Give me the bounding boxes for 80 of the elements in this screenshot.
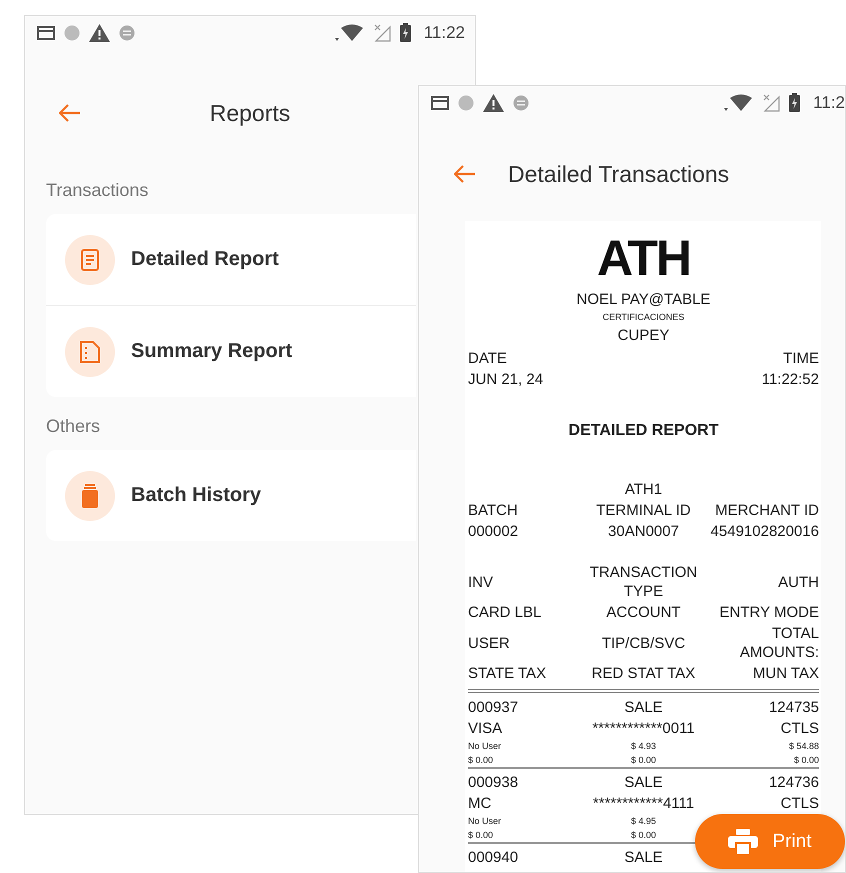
receipt-text: 124735 [768, 698, 819, 717]
menu-item[interactable]: Batch History [46, 450, 416, 541]
section-label: Transactions [46, 179, 150, 202]
merchant-name: NOEL PAY@TABLE [576, 290, 712, 310]
receipt-text: ************4111 [592, 794, 694, 813]
back-arrow-icon [454, 165, 476, 183]
receipt-text: SALE [624, 773, 663, 792]
archive-icon [82, 484, 98, 508]
receipt-text: MUN TAX [752, 664, 819, 683]
status-time: 11:2 [813, 92, 845, 112]
no-signal-icon [762, 94, 780, 112]
receipt-text: $ 0.00 [630, 828, 656, 842]
menu-item-label: Detailed Report [131, 248, 279, 271]
menu-item-label: Batch History [131, 484, 262, 507]
receipt-text: CARD LBL [468, 603, 542, 622]
receipt-text: 4549102820016 [710, 522, 819, 541]
time-value: 11:22:52 [762, 370, 819, 390]
date-value: JUN 21, 24 [468, 370, 544, 390]
receipt-text: CTLS [780, 794, 819, 813]
receipt-text: 124736 [768, 773, 819, 792]
receipt-text: TERMINAL ID [596, 501, 691, 520]
receipt-text: TRANSACTION TYPE [590, 563, 698, 601]
receipt-text: CTLS [780, 719, 819, 738]
logo: ATH [596, 233, 692, 283]
wifi-icon [334, 24, 364, 42]
receipt-text: STATE TAX [468, 664, 546, 683]
receipt-text: AUTH [778, 572, 819, 592]
receipt-text: 000940 [468, 848, 518, 867]
receipt-text: ENTRY MODE [720, 603, 819, 622]
dot-icon [458, 94, 474, 110]
wifi-icon [723, 94, 754, 112]
receipt-text: $ 4.95 [630, 814, 656, 828]
receipt-text: SALE [624, 698, 663, 717]
receipt-text: No User [468, 814, 502, 828]
receipt-text: $ 54.88 [788, 740, 819, 752]
receipt-text: BATCH [468, 501, 518, 520]
receipt-text: 000938 [468, 773, 518, 792]
receipt-text: VISA [468, 719, 502, 738]
receipt-text: No User [468, 740, 502, 752]
receipt-text: 30AN0007 [608, 522, 679, 541]
receipt-text: $ 0.00 [468, 828, 494, 842]
menu-item-label: Summary Report [131, 340, 292, 363]
receipt-text: ATH1 [624, 480, 662, 499]
receipt-text: RED STAT TAX [592, 664, 696, 683]
merchant-subtitle: CERTIFICACIONES [602, 311, 686, 324]
receipt-text: MC [468, 794, 492, 813]
receipt-text: SALE [624, 848, 663, 867]
receipt-text: $ 0.00 [630, 754, 656, 766]
receipt-text: TIP/CB/SVC [602, 634, 686, 652]
receipt-text: 000937 [468, 698, 518, 717]
receipt-text: $ 0.00 [468, 754, 494, 766]
receipt-text: TOTAL AMOUNTS: [740, 624, 819, 662]
receipt-text: $ 0.00 [794, 754, 819, 766]
receipt-text: INV [468, 572, 494, 592]
battery-icon [789, 93, 800, 112]
screen-title: Reports [210, 100, 290, 126]
no-signal-icon [372, 24, 391, 42]
receipt-text: $ 4.93 [630, 740, 656, 752]
receipt-text: USER [468, 634, 510, 652]
document-icon [80, 340, 100, 362]
menu-item[interactable]: Detailed Report [46, 214, 416, 306]
dot-icon [64, 24, 80, 40]
screen-title: Detailed Transactions [508, 160, 730, 188]
printer-icon [728, 828, 758, 854]
receipt-text: 000002 [468, 522, 518, 541]
menu-item[interactable]: Summary Report [46, 306, 416, 397]
battery-icon [400, 23, 411, 42]
section-label: Others [46, 415, 102, 438]
back-arrow-icon [59, 104, 81, 122]
time-label: TIME [783, 349, 819, 369]
receipt-text: ACCOUNT [606, 603, 681, 622]
date-label: DATE [468, 349, 507, 369]
receipt-text: MERCHANT ID [715, 501, 819, 520]
document-icon [81, 248, 99, 270]
warning-icon [89, 24, 110, 42]
warning-icon [483, 94, 504, 112]
receipt-text: ************0011 [592, 719, 695, 738]
status-time: 11:22 [424, 22, 465, 42]
merchant-location: CUPEY [616, 326, 670, 346]
report-title: DETAILED REPORT [568, 422, 720, 440]
